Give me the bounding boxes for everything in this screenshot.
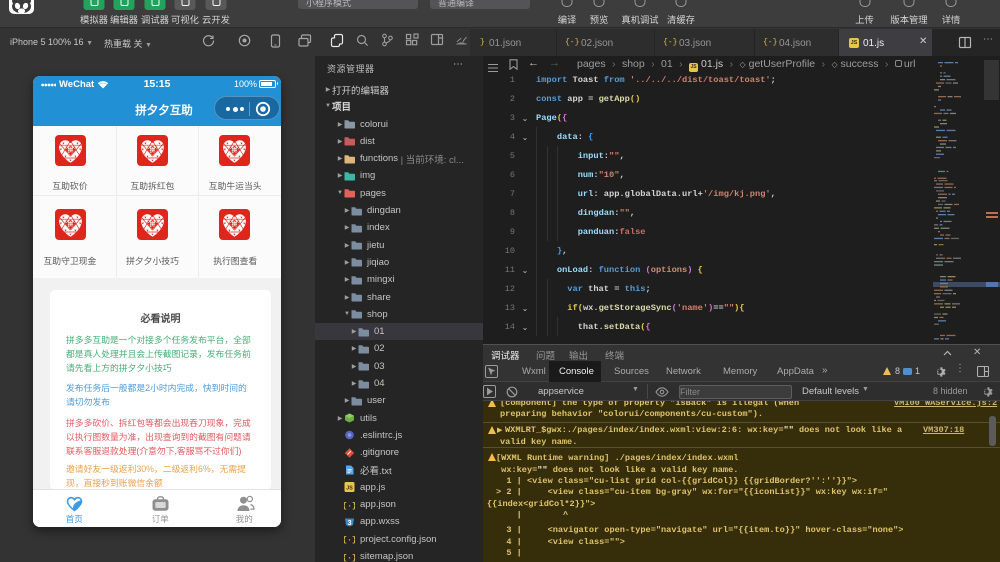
svg-text:{·}: {·} [344, 554, 355, 562]
svg-text:{·}: {·} [344, 536, 355, 544]
svg-text:3: 3 [348, 520, 352, 527]
svg-text:JS: JS [346, 486, 353, 492]
svg-text:{·}: {·} [344, 502, 355, 510]
